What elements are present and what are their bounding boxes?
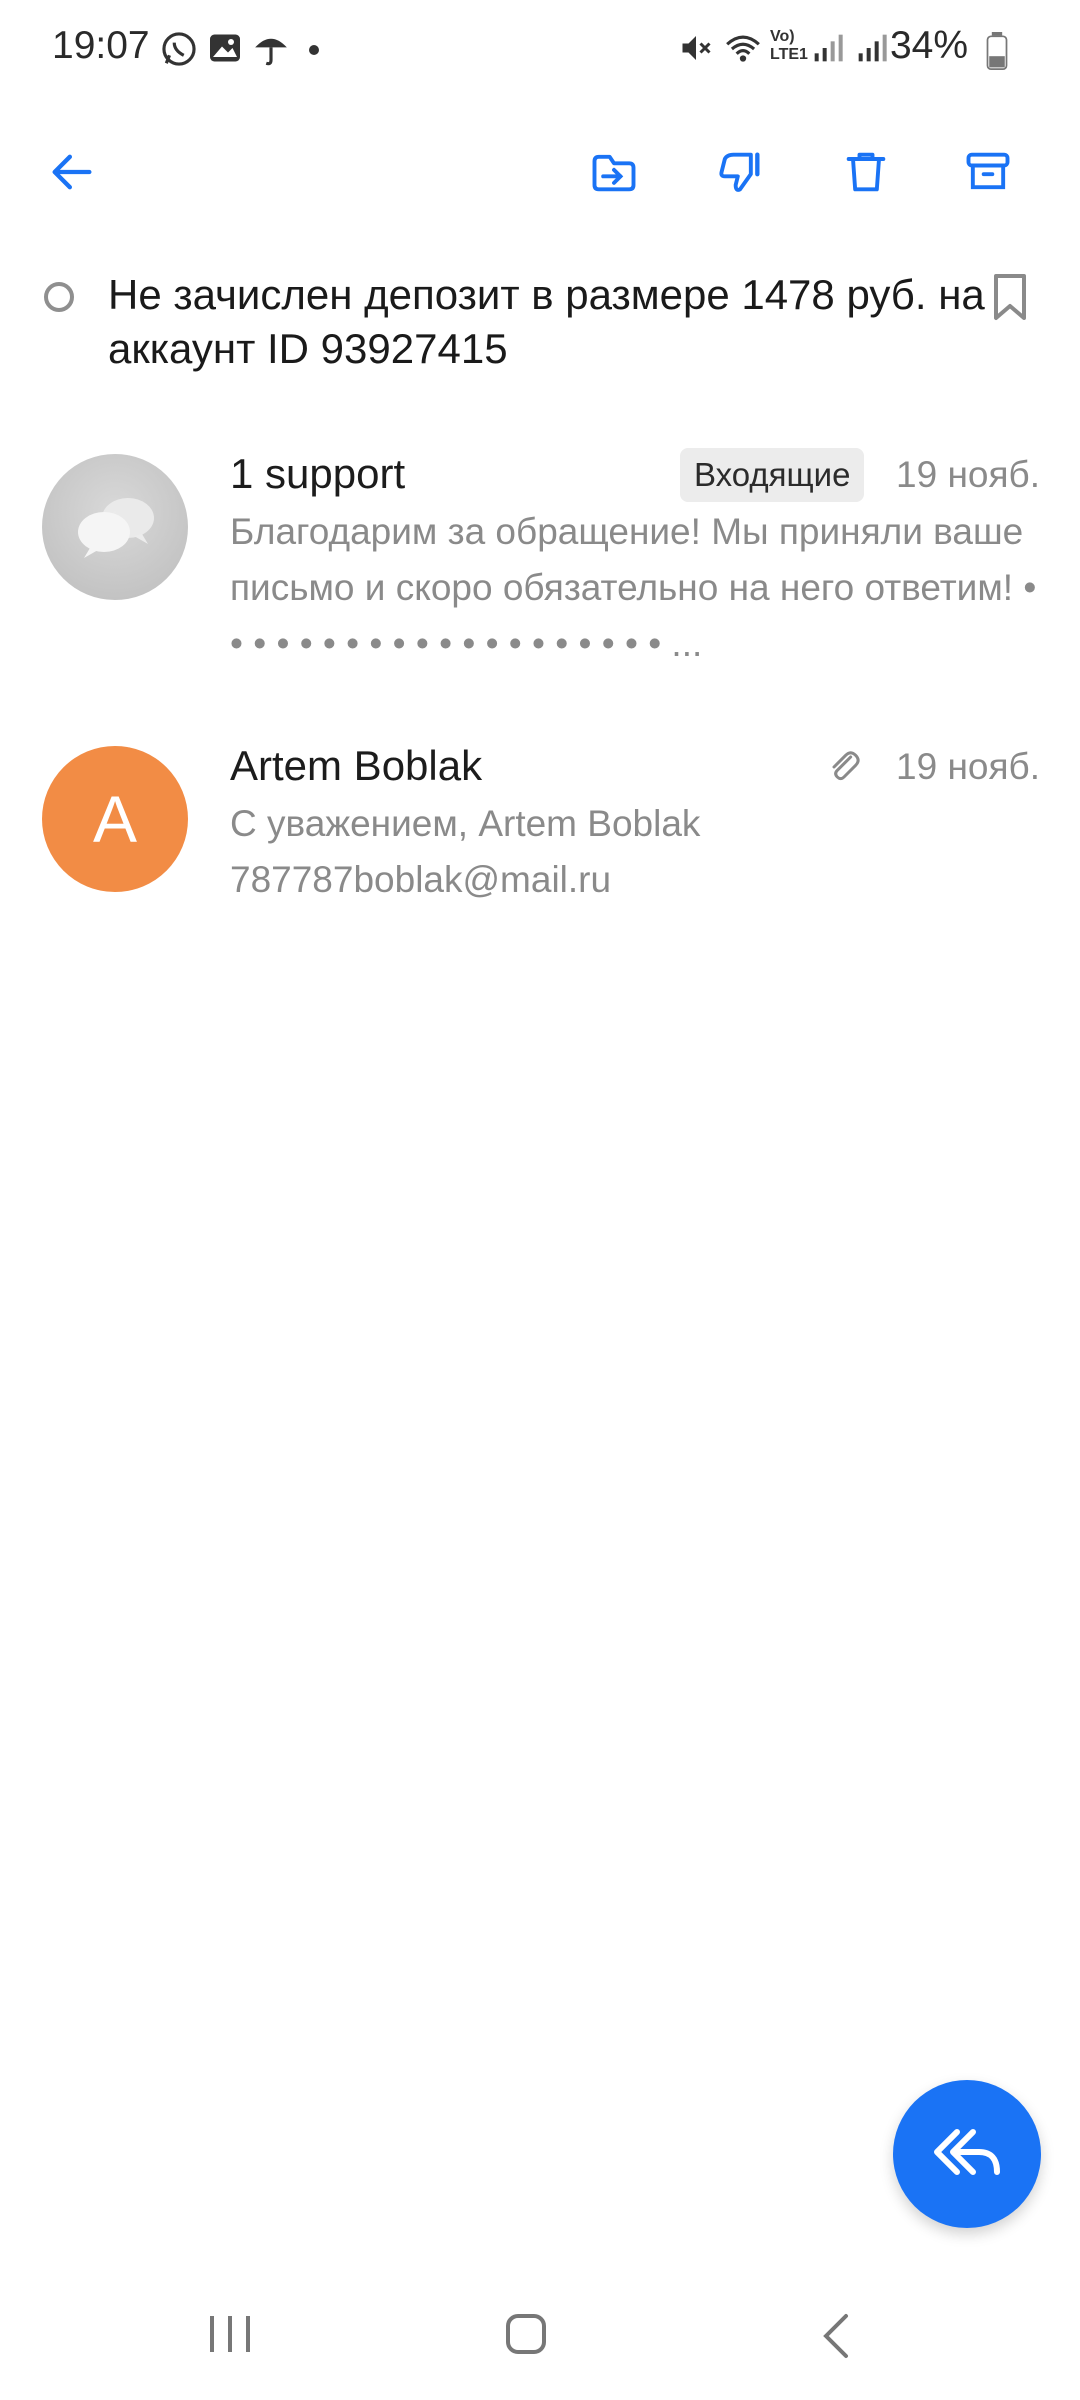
message-date: 19 нояб. [896,746,1040,787]
back-button[interactable] [40,140,104,204]
message-item[interactable]: 1 support Входящие 19 нояб. Благодарим з… [0,440,1080,680]
sender-name: 1 support [230,450,406,497]
spam-button[interactable] [708,140,772,204]
attachment-icon [832,751,860,781]
unread-indicator[interactable] [44,282,74,312]
mute-icon [682,36,711,60]
archive-button[interactable] [956,140,1020,204]
message-snippet: С уважением, Artem Boblak 787787boblak@m… [230,803,701,900]
back-arrow-icon [52,154,92,190]
signal-icon [858,34,887,62]
reply-all-button[interactable] [893,2080,1041,2228]
reply-all-icon [934,2129,1000,2175]
bookmark-icon[interactable] [990,272,1030,324]
volte-icon: Vo) LTE1 [770,28,808,63]
avatar [42,454,188,600]
folder-badge: Входящие [680,448,865,502]
battery-icon [986,32,1008,70]
gallery-icon [210,34,240,62]
thread-subject: Не зачислен депозит в размере 1478 руб. … [108,271,985,372]
battery-percent: 34% [889,24,968,67]
message-snippet: Благодарим за обращение! Мы приняли ваше… [230,511,1037,664]
umbrella-icon [255,38,287,66]
home-icon[interactable] [504,2312,548,2356]
spam-thumbs-down-icon [719,152,760,192]
back-nav-icon[interactable] [818,2312,854,2360]
dot-icon [309,45,319,55]
avatar: A [42,746,188,892]
move-to-folder-button[interactable] [582,140,646,204]
signal-icon [814,34,843,62]
message-item[interactable]: A Artem Boblak 19 нояб. С уважением, Art… [0,732,1080,922]
move-to-folder-icon [592,154,636,192]
recent-apps-icon[interactable] [206,2312,254,2356]
status-time: 19:07 [52,24,150,67]
delete-trash-icon [846,152,886,192]
chat-bubbles-icon [78,498,154,558]
delete-button[interactable] [834,140,898,204]
whatsapp-icon [162,32,196,66]
archive-icon [966,152,1010,190]
sender-name: Artem Boblak [230,742,483,789]
message-date: 19 нояб. [896,454,1040,495]
wifi-icon [726,35,760,62]
